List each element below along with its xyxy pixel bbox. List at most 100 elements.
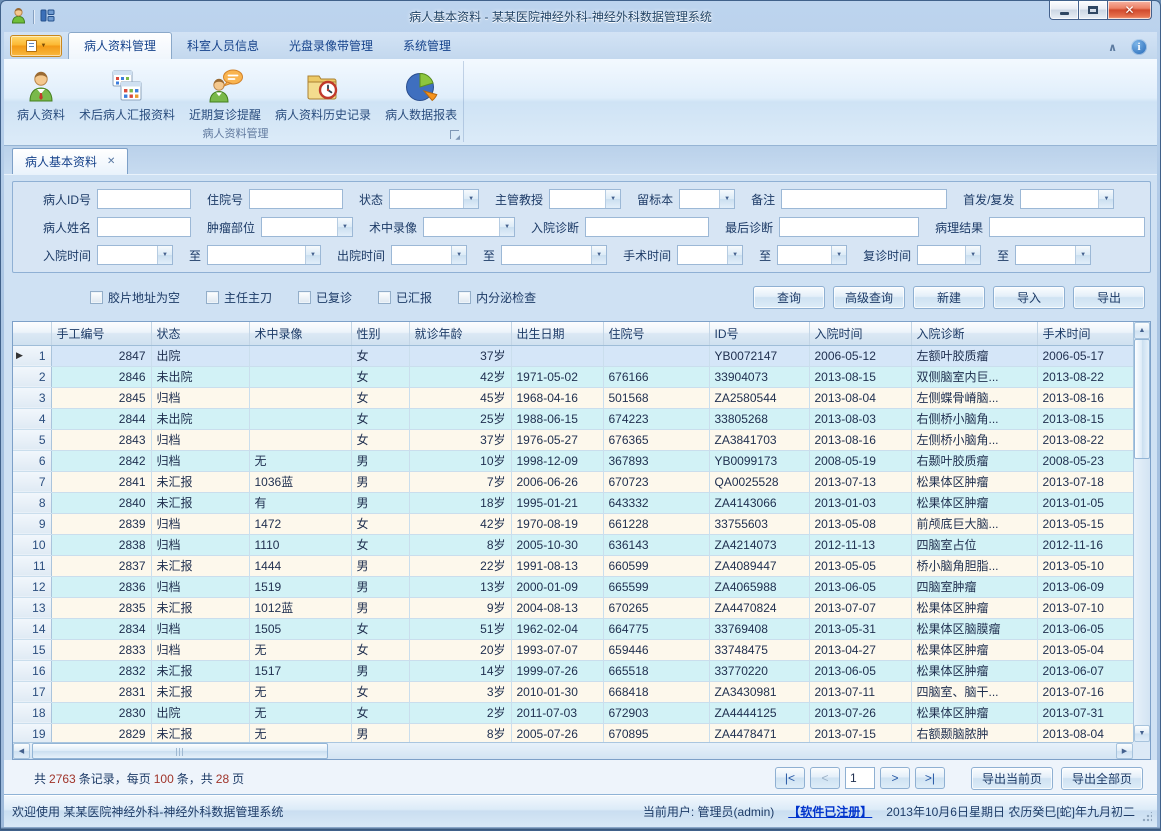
table-row[interactable]: 182830出院无女2岁2011-07-03672903ZA4444125201…: [13, 702, 1133, 723]
checkbox-box-icon[interactable]: [90, 291, 103, 304]
dropdown-arrow-icon[interactable]: ▼: [1098, 190, 1113, 208]
filter-combo-至[interactable]: ▼: [1015, 245, 1091, 265]
table-row[interactable]: 172831未汇报无女3岁2010-01-30668418ZA343098120…: [13, 681, 1133, 702]
export-all-pages-button[interactable]: 导出全部页: [1061, 767, 1143, 790]
last-page-button[interactable]: >|: [915, 767, 945, 789]
filter-input-病人ID号[interactable]: [97, 189, 191, 209]
horizontal-scroll-thumb[interactable]: [32, 743, 328, 759]
table-row[interactable]: 132835未汇报1012蓝男9岁2004-08-13670265ZA44708…: [13, 597, 1133, 618]
dropdown-arrow-icon[interactable]: ▼: [463, 190, 478, 208]
table-row[interactable]: 22846未出院女42岁1971-05-02676166339040732013…: [13, 366, 1133, 387]
checkbox-主任主刀[interactable]: 主任主刀: [206, 289, 272, 306]
checkbox-box-icon[interactable]: [458, 291, 471, 304]
dropdown-arrow-icon[interactable]: ▼: [965, 246, 980, 264]
column-header-性别[interactable]: 性别: [351, 322, 409, 345]
column-header-就诊年龄[interactable]: 就诊年龄: [409, 322, 511, 345]
checkbox-box-icon[interactable]: [378, 291, 391, 304]
filter-combo-至[interactable]: ▼: [777, 245, 847, 265]
column-header-入院时间[interactable]: 入院时间: [809, 322, 911, 345]
tab-patient-basic-data[interactable]: 病人基本资料 ✕: [12, 148, 128, 174]
ribbon-tab-系统管理[interactable]: 系统管理: [388, 33, 466, 59]
prev-page-button[interactable]: <: [810, 767, 840, 789]
column-header-手工编号[interactable]: 手工编号: [51, 322, 151, 345]
close-button[interactable]: ✕: [1107, 1, 1152, 20]
column-header-出生日期[interactable]: 出生日期: [511, 322, 603, 345]
filter-input-病人姓名[interactable]: [97, 217, 191, 237]
maximize-button[interactable]: [1078, 1, 1107, 20]
filter-combo-入院时间[interactable]: ▼: [97, 245, 173, 265]
table-row[interactable]: 52843归档女37岁1976-05-27676365ZA38417032013…: [13, 429, 1133, 450]
filter-input-住院号[interactable]: [249, 189, 343, 209]
table-row[interactable]: 32845归档女45岁1968-04-16501568ZA25805442013…: [13, 387, 1133, 408]
vertical-scroll-thumb[interactable]: [1134, 339, 1150, 459]
table-row[interactable]: 102838归档1110女8岁2005-10-30636143ZA4214073…: [13, 534, 1133, 555]
dropdown-arrow-icon[interactable]: ▼: [499, 218, 514, 236]
checkbox-已复诊[interactable]: 已复诊: [298, 289, 352, 306]
dropdown-arrow-icon[interactable]: ▼: [305, 246, 320, 264]
checkbox-box-icon[interactable]: [298, 291, 311, 304]
ribbon-button-近期复诊提醒[interactable]: 近期复诊提醒: [182, 65, 268, 125]
vertical-scrollbar[interactable]: ▲ ▼: [1133, 322, 1150, 742]
button-查询[interactable]: 查询: [753, 286, 825, 309]
checkbox-胶片地址为空[interactable]: 胶片地址为空: [90, 289, 180, 306]
horizontal-scrollbar[interactable]: ◀ ▶: [13, 742, 1133, 759]
collapse-ribbon-icon[interactable]: ∧: [1108, 41, 1117, 54]
dropdown-arrow-icon[interactable]: ▼: [831, 246, 846, 264]
page-number-input[interactable]: [845, 767, 875, 789]
ribbon-tab-病人资料管理[interactable]: 病人资料管理: [68, 32, 172, 59]
dropdown-arrow-icon[interactable]: ▼: [157, 246, 172, 264]
filter-input-备注[interactable]: [781, 189, 947, 209]
filter-combo-肿瘤部位[interactable]: ▼: [261, 217, 353, 237]
scroll-down-icon[interactable]: ▼: [1134, 725, 1150, 742]
checkbox-内分泌检查[interactable]: 内分泌检查: [458, 289, 536, 306]
button-高级查询[interactable]: 高级查询: [833, 286, 905, 309]
filter-combo-手术时间[interactable]: ▼: [677, 245, 743, 265]
layout-icon[interactable]: [40, 8, 55, 26]
table-row[interactable]: 62842归档无男10岁1998-12-09367893YB0099173200…: [13, 450, 1133, 471]
table-row[interactable]: 112837未汇报1444男22岁1991-08-13660599ZA40894…: [13, 555, 1133, 576]
scroll-left-icon[interactable]: ◀: [13, 743, 30, 759]
info-icon[interactable]: i: [1131, 39, 1147, 55]
application-menu-button[interactable]: ▼: [10, 35, 62, 57]
ribbon-button-病人资料历史记录[interactable]: 病人资料历史记录: [268, 65, 378, 125]
next-page-button[interactable]: >: [880, 767, 910, 789]
table-row[interactable]: 42844未出院女25岁1988-06-15674223338052682013…: [13, 408, 1133, 429]
filter-input-病理结果[interactable]: [989, 217, 1145, 237]
button-导入[interactable]: 导入: [993, 286, 1065, 309]
dropdown-arrow-icon[interactable]: ▼: [719, 190, 734, 208]
filter-input-最后诊断[interactable]: [779, 217, 919, 237]
column-header-ID号[interactable]: ID号: [709, 322, 809, 345]
column-header-入院诊断[interactable]: 入院诊断: [911, 322, 1037, 345]
dialog-launcher-icon[interactable]: [450, 130, 459, 139]
dropdown-arrow-icon[interactable]: ▼: [727, 246, 742, 264]
filter-combo-术中录像[interactable]: ▼: [423, 217, 515, 237]
dropdown-arrow-icon[interactable]: ▼: [1075, 246, 1090, 264]
dropdown-arrow-icon[interactable]: ▼: [451, 246, 466, 264]
dropdown-arrow-icon[interactable]: ▼: [605, 190, 620, 208]
filter-combo-出院时间[interactable]: ▼: [391, 245, 467, 265]
column-header-术中录像[interactable]: 术中录像: [249, 322, 351, 345]
filter-combo-至[interactable]: ▼: [501, 245, 607, 265]
table-row[interactable]: ▶12847出院女37岁YB00721472006-05-12左额叶胶质瘤200…: [13, 345, 1133, 366]
table-row[interactable]: 122836归档1519男13岁2000-01-09665599ZA406598…: [13, 576, 1133, 597]
filter-combo-复诊时间[interactable]: ▼: [917, 245, 981, 265]
button-导出[interactable]: 导出: [1073, 286, 1145, 309]
column-header-状态[interactable]: 状态: [151, 322, 249, 345]
table-row[interactable]: 162832未汇报1517男14岁1999-07-266655183377022…: [13, 660, 1133, 681]
app-logo-icon[interactable]: [10, 7, 27, 27]
dropdown-arrow-icon[interactable]: ▼: [337, 218, 352, 236]
filter-combo-首发/复发[interactable]: ▼: [1020, 189, 1114, 209]
filter-combo-留标本[interactable]: ▼: [679, 189, 735, 209]
filter-combo-主管教授[interactable]: ▼: [549, 189, 621, 209]
table-row[interactable]: 92839归档1472女42岁1970-08-19661228337556032…: [13, 513, 1133, 534]
ribbon-tab-光盘录像带管理[interactable]: 光盘录像带管理: [274, 33, 388, 59]
table-row[interactable]: 152833归档无女20岁1993-07-0765944633748475201…: [13, 639, 1133, 660]
resize-grip-icon[interactable]: [1142, 812, 1152, 822]
button-新建[interactable]: 新建: [913, 286, 985, 309]
checkbox-已汇报[interactable]: 已汇报: [378, 289, 432, 306]
ribbon-tab-科室人员信息[interactable]: 科室人员信息: [172, 33, 274, 59]
dropdown-arrow-icon[interactable]: ▼: [591, 246, 606, 264]
ribbon-button-病人数据报表[interactable]: 病人数据报表: [378, 65, 464, 125]
minimize-button[interactable]: [1049, 1, 1078, 20]
scroll-right-icon[interactable]: ▶: [1116, 743, 1133, 759]
